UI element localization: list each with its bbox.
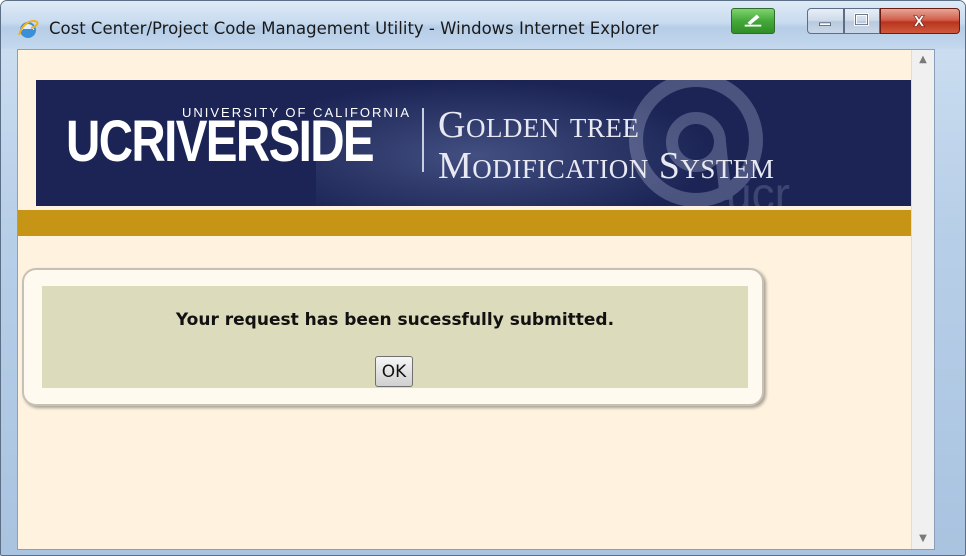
vertical-scrollbar[interactable]: ▲ ▼ xyxy=(911,50,934,549)
confirmation-dialog: Your request has been sucessfully submit… xyxy=(22,268,764,406)
title-bar[interactable]: Cost Center/Project Code Management Util… xyxy=(1,1,965,49)
internet-explorer-icon xyxy=(18,19,39,38)
system-name-line2: Modification System xyxy=(438,145,775,187)
scroll-up-icon[interactable]: ▲ xyxy=(912,50,934,70)
maximize-button[interactable] xyxy=(844,8,880,34)
maximize-icon xyxy=(854,13,869,27)
minimize-icon xyxy=(819,22,831,26)
ucr-banner: ucr UNIVERSITY OF CALIFORNIA UCRIVERSIDE… xyxy=(36,80,918,206)
system-name-line1: Golden tree xyxy=(438,104,640,146)
close-button[interactable]: X xyxy=(880,8,960,34)
gold-header-bar xyxy=(18,210,934,236)
close-icon: X xyxy=(913,13,926,31)
svg-text:X: X xyxy=(913,14,925,31)
ok-button[interactable]: OK xyxy=(375,356,413,387)
dialog-body: Your request has been sucessfully submit… xyxy=(42,286,748,388)
browser-window: Cost Center/Project Code Management Util… xyxy=(0,0,966,556)
banner-divider xyxy=(422,108,424,172)
window-controls: X xyxy=(807,8,961,34)
success-message: Your request has been sucessfully submit… xyxy=(175,310,615,330)
pen-icon[interactable] xyxy=(731,8,775,34)
page-content: ucr UNIVERSITY OF CALIFORNIA UCRIVERSIDE… xyxy=(17,49,935,550)
ucr-logo-text: UCRIVERSIDE xyxy=(66,109,375,174)
window-title: Cost Center/Project Code Management Util… xyxy=(49,19,659,38)
scroll-down-icon[interactable]: ▼ xyxy=(912,529,934,549)
minimize-button[interactable] xyxy=(807,8,844,34)
